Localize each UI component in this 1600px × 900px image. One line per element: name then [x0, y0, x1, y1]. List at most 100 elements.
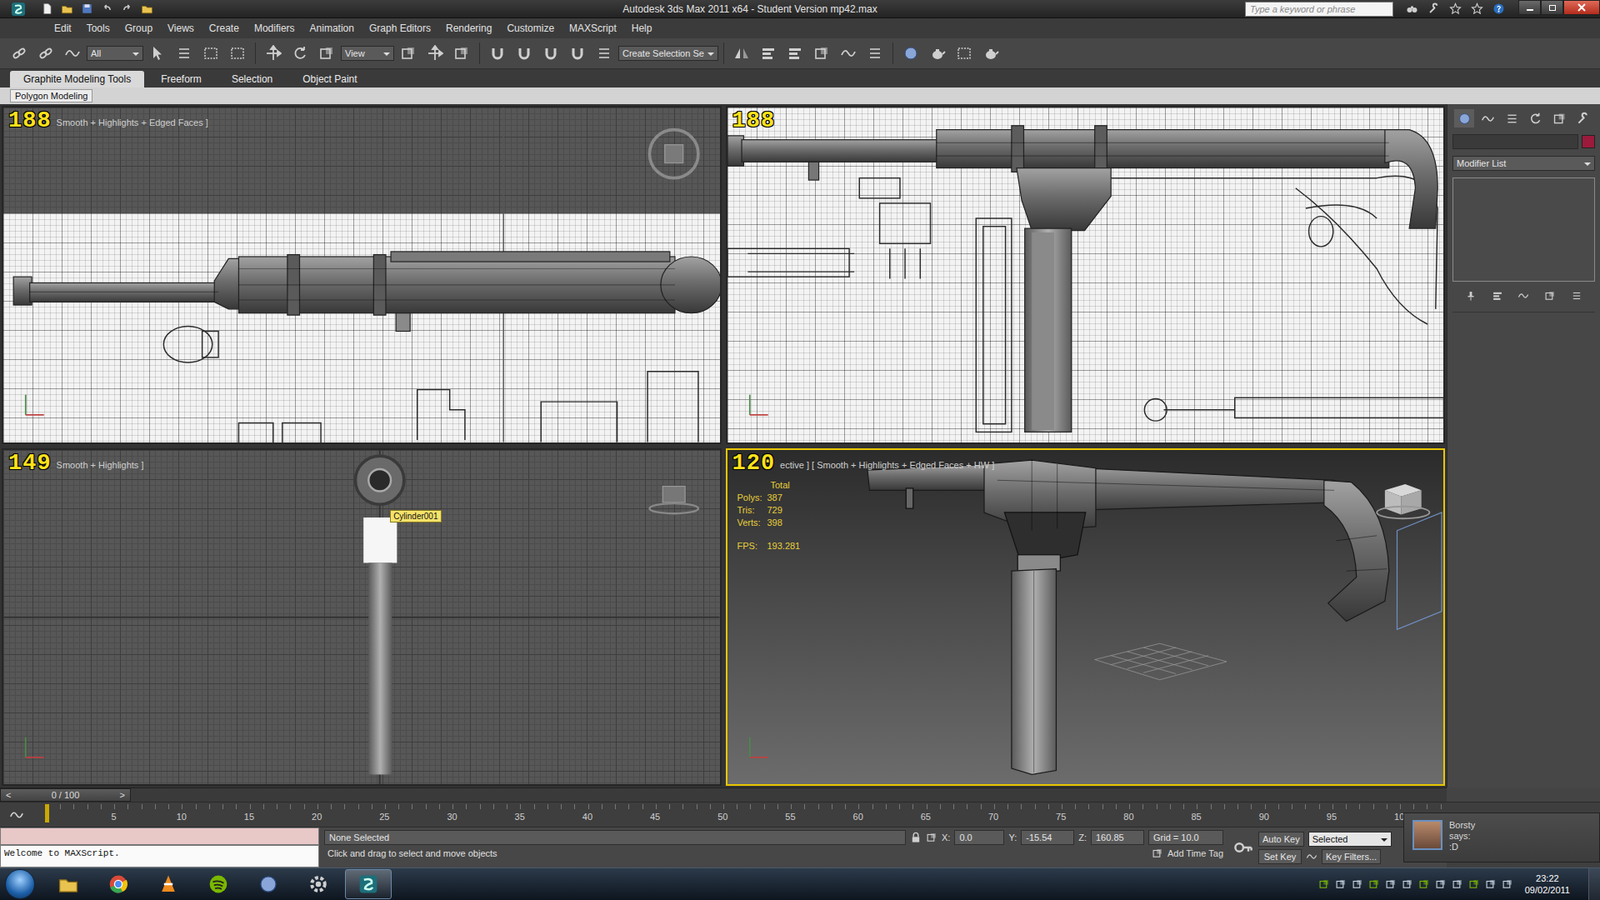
new-file-button[interactable] [38, 0, 55, 18]
graphite-toggle-button[interactable] [809, 40, 835, 66]
make-unique-button[interactable] [1514, 288, 1533, 304]
start-button[interactable] [5, 869, 35, 900]
menu-item[interactable]: Help [624, 22, 660, 35]
mirror-button[interactable] [729, 40, 755, 66]
close-button[interactable] [1563, 0, 1600, 15]
rendered-frame-button[interactable] [951, 40, 977, 66]
viewcube-icon[interactable] [649, 130, 698, 179]
schematic-view-button[interactable] [862, 40, 888, 66]
angle-snap-button[interactable] [511, 40, 537, 66]
menu-item[interactable]: MAXScript [561, 22, 625, 35]
project-folder-button[interactable] [138, 0, 155, 18]
3dsmax-taskbar-button[interactable] [345, 869, 392, 900]
vlc-taskbar-button[interactable] [145, 869, 192, 900]
bind-spacewarp-button[interactable] [60, 40, 85, 66]
time-slider-thumb[interactable]: <0 / 100> [0, 788, 131, 802]
add-time-tag-button[interactable]: Add Time Tag [1167, 848, 1224, 859]
y-coordinate-field[interactable]: -15.54 [1020, 830, 1075, 845]
layer-manager-button[interactable] [782, 40, 808, 66]
manipulate-button[interactable] [422, 40, 448, 66]
menu-item[interactable]: Modifiers [246, 22, 303, 35]
top-viewport[interactable]: 188Smooth + Highlights + Edged Faces ] [1, 105, 722, 445]
spotify-taskbar-button[interactable] [195, 869, 242, 900]
menu-item[interactable]: Animation [302, 22, 362, 35]
select-object-button[interactable] [145, 40, 170, 66]
object-name-field[interactable] [1452, 134, 1579, 150]
menu-item[interactable]: Customize [499, 22, 562, 35]
configure-sets-button[interactable] [1567, 288, 1586, 304]
binoculars-button[interactable] [1403, 0, 1420, 18]
viewcube-icon[interactable] [649, 485, 698, 514]
rotate-button[interactable] [287, 40, 313, 66]
rect-selection-button[interactable] [198, 40, 224, 66]
key-filters-button[interactable]: Key Filters... [1321, 849, 1381, 865]
chrome-taskbar-button[interactable] [95, 869, 142, 900]
maxscript-listener[interactable]: Welcome to MAXScript. [0, 827, 320, 868]
ribbon-tab[interactable]: Freeform [147, 70, 215, 88]
pin-button[interactable] [1461, 288, 1480, 304]
scale-button[interactable] [314, 40, 340, 66]
explorer-taskbar-button[interactable] [45, 869, 92, 900]
pivot-button[interactable] [395, 40, 421, 66]
select-by-name-button[interactable] [171, 40, 197, 66]
star-outline-button[interactable] [1446, 0, 1464, 18]
wrench-button[interactable] [1425, 0, 1442, 18]
app-logo[interactable] [1, 0, 35, 19]
viewport-label[interactable]: Smooth + Highlights ] [56, 456, 145, 470]
utilities-tab[interactable] [1573, 109, 1594, 128]
auto-key-button[interactable]: Auto Key [1258, 831, 1305, 847]
menu-item[interactable]: Edit [46, 22, 80, 35]
viewport-label[interactable]: Smooth + Highlights + Edged Faces ] [56, 114, 209, 128]
viewport-label[interactable]: ective ] [ Smooth + Highlights + Edged F… [780, 456, 995, 470]
chat-notification[interactable]: Borstysays::D [1403, 812, 1600, 863]
previous-frame-button[interactable]: < [5, 790, 11, 800]
redo-button[interactable] [118, 0, 135, 18]
render-teapot-button[interactable] [978, 40, 1004, 66]
search-field[interactable] [1245, 1, 1394, 17]
keyboard-shortcut-button[interactable] [449, 40, 475, 66]
ribbon-tab[interactable]: Selection [218, 70, 286, 88]
menu-item[interactable]: Tools [79, 22, 118, 35]
left-viewport[interactable]: 149Smooth + Highlights ]Cylinder001 [1, 448, 722, 787]
frame-ruler[interactable]: 510152025303540455055606570758085909510 [33, 802, 1447, 827]
window-crossing-button[interactable] [225, 40, 250, 66]
time-slider[interactable]: <0 / 100> [0, 787, 1447, 802]
modifier-list-dropdown[interactable]: Modifier List [1452, 155, 1595, 171]
modifier-stack[interactable] [1452, 177, 1595, 282]
percent-snap-button[interactable] [538, 40, 564, 66]
move-button[interactable] [260, 40, 286, 66]
modify-tab[interactable] [1478, 109, 1499, 128]
ribbon-panel-label[interactable]: Polygon Modeling [10, 89, 93, 103]
restore-button[interactable] [1540, 0, 1564, 15]
clock[interactable]: 23:2209/02/2011 [1518, 872, 1577, 896]
edit-named-selection-button[interactable] [591, 40, 617, 66]
minimize-button[interactable] [1518, 0, 1541, 15]
create-tab[interactable] [1454, 109, 1475, 128]
unlink-button[interactable] [33, 40, 59, 66]
spinner-snap-button[interactable] [565, 40, 590, 66]
help-button[interactable] [1490, 0, 1507, 18]
settings-taskbar-button[interactable] [295, 869, 342, 900]
selection-filter-dropdown[interactable]: All [86, 45, 144, 61]
viewcube-icon[interactable] [1376, 484, 1430, 519]
hierarchy-tab[interactable] [1501, 109, 1522, 128]
link-button[interactable] [6, 40, 32, 66]
front-viewport[interactable]: 188 [725, 105, 1446, 445]
render-setup-button[interactable] [925, 40, 950, 66]
star-button[interactable] [1468, 0, 1485, 18]
maxscript-output[interactable]: Welcome to MAXScript. [0, 845, 320, 868]
align-button[interactable] [755, 40, 781, 66]
menu-item[interactable]: Graph Editors [361, 22, 439, 35]
remove-modifier-button[interactable] [1540, 288, 1560, 304]
show-end-result-button[interactable] [1488, 288, 1507, 304]
undo-button[interactable] [98, 0, 115, 18]
z-coordinate-field[interactable]: 160.85 [1090, 830, 1145, 845]
key-mode-dropdown[interactable]: Selected [1308, 831, 1392, 847]
reference-coordinate-dropdown[interactable]: View [340, 45, 395, 61]
motion-tab[interactable] [1525, 109, 1546, 128]
ribbon-tab[interactable]: Object Paint [289, 70, 370, 88]
object-color-swatch[interactable] [1581, 135, 1595, 149]
snap-button[interactable] [485, 40, 510, 66]
perspective-viewport[interactable]: 120ective ] [ Smooth + Highlights + Edge… [725, 448, 1446, 787]
named-selection-field[interactable]: Create Selection Se [618, 45, 719, 61]
